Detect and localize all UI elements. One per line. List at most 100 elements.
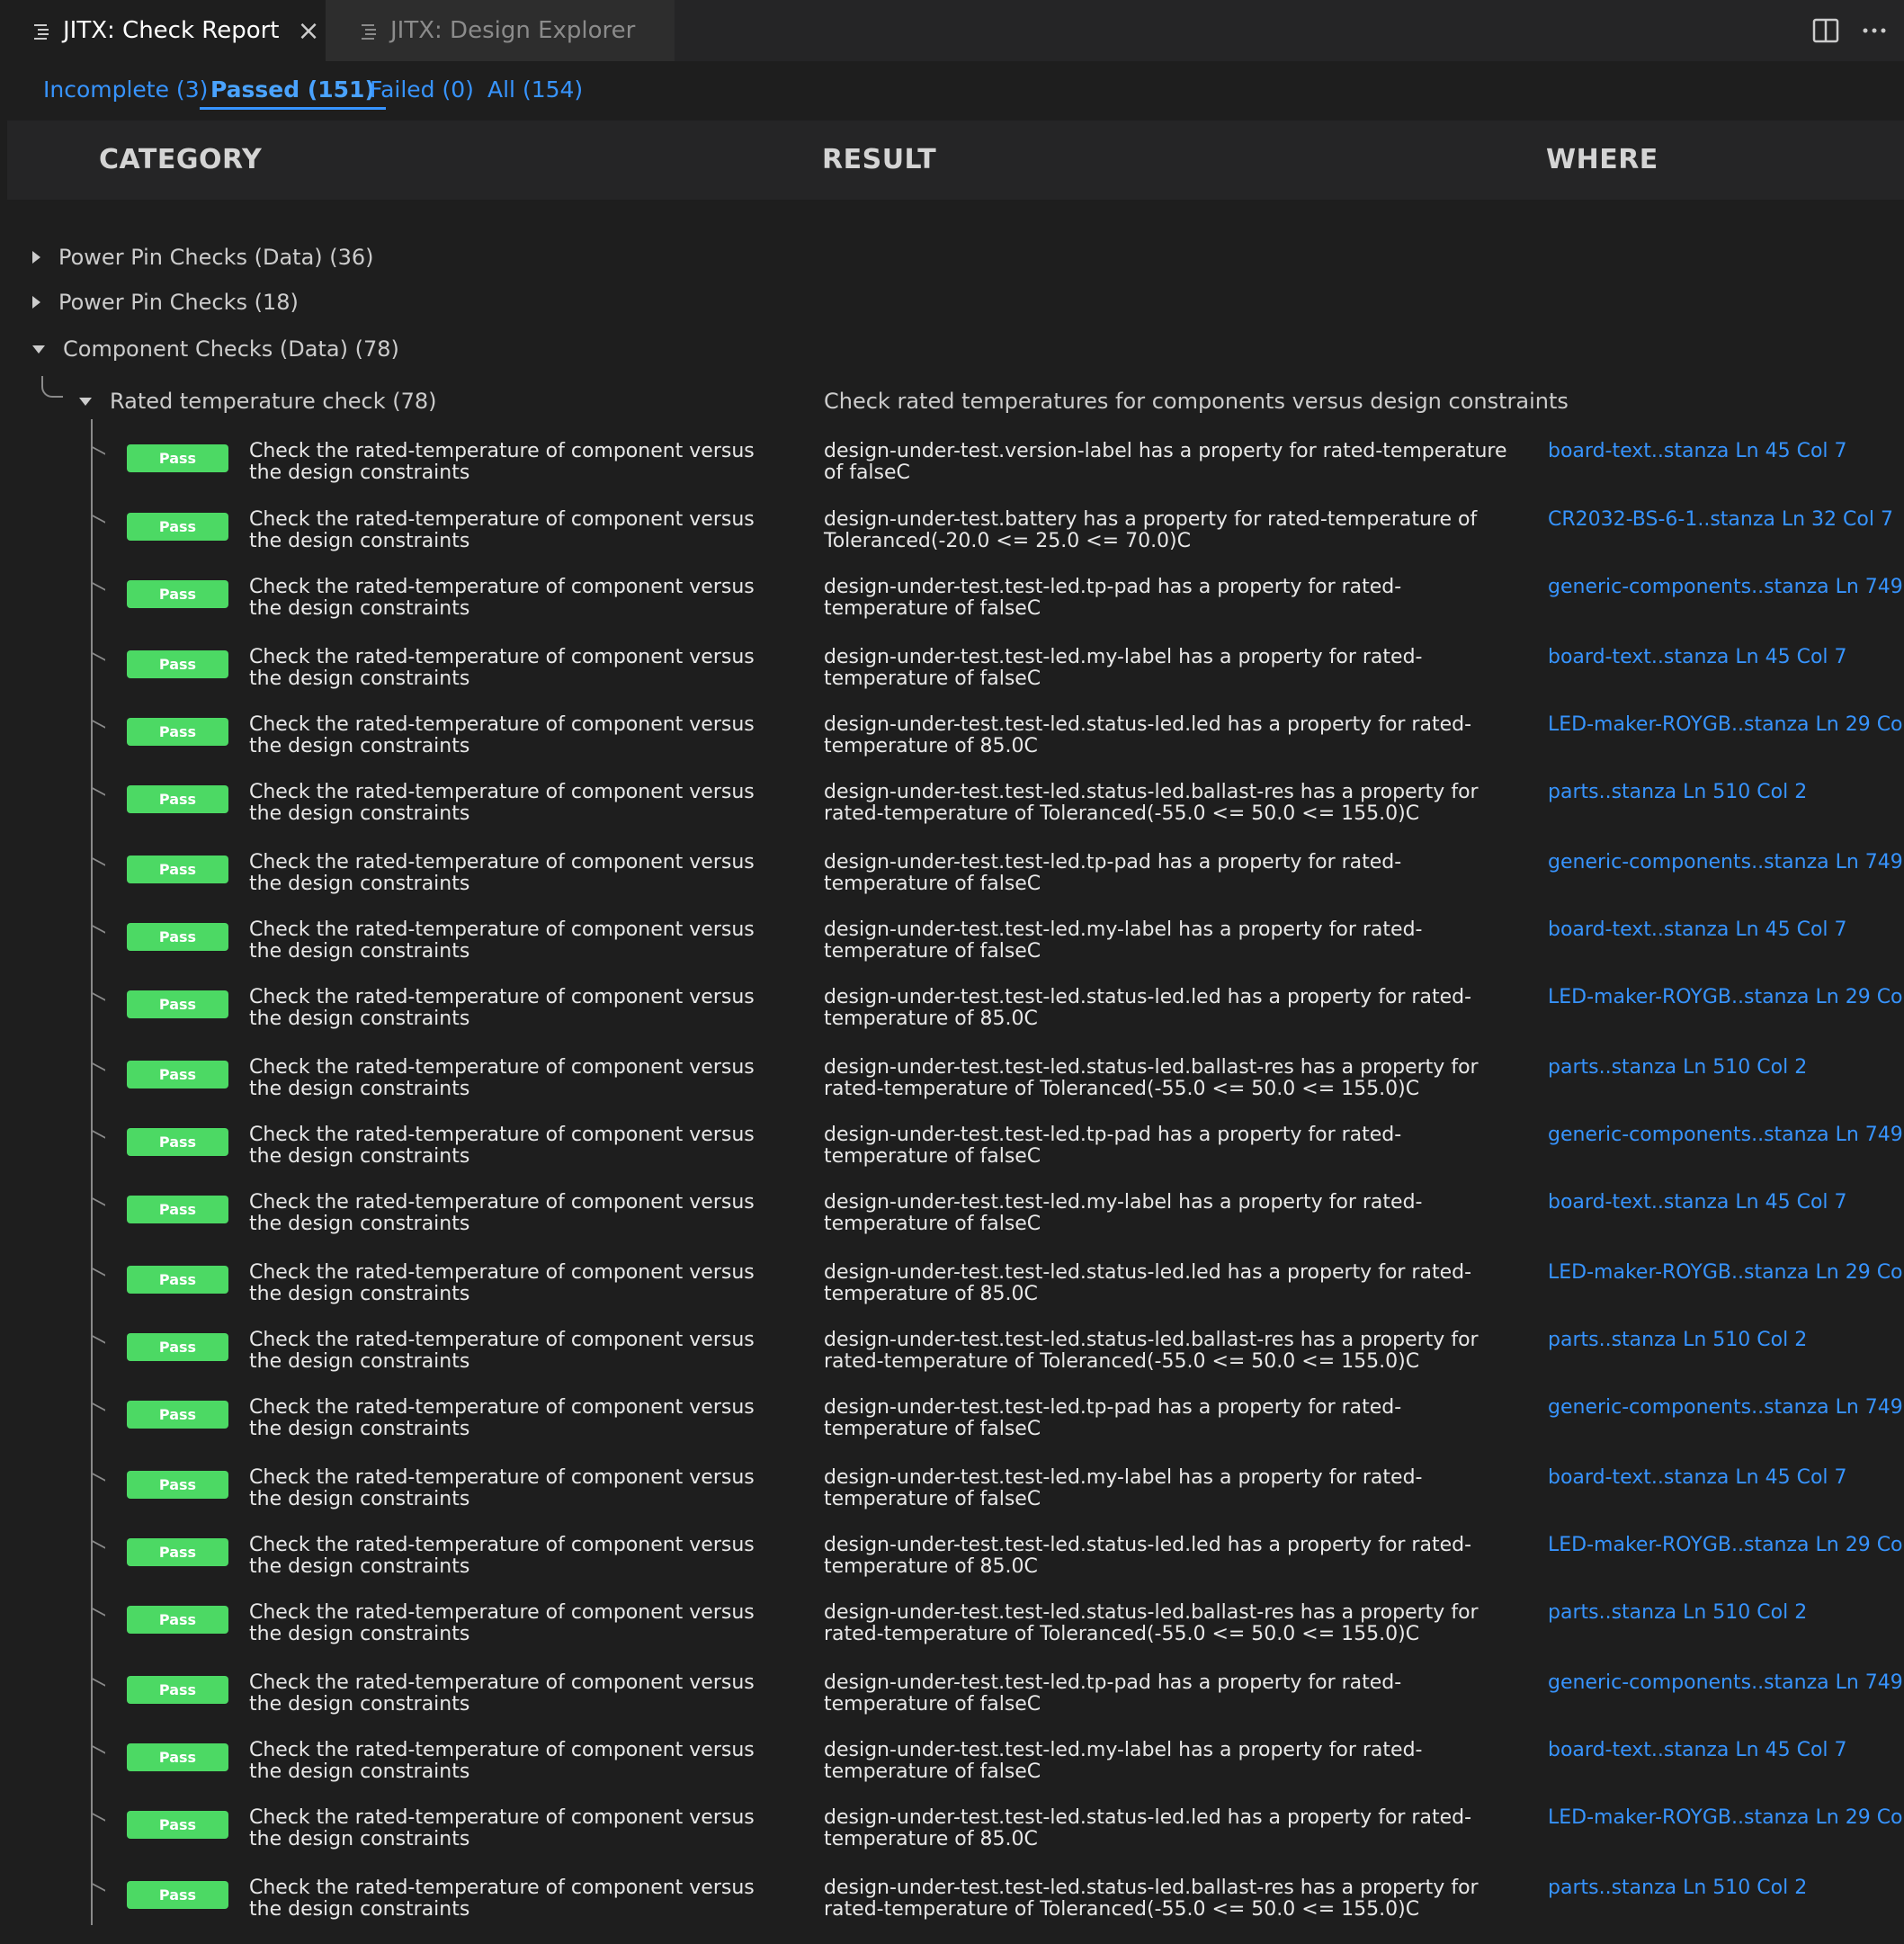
row-where-link[interactable]: generic-components..stanza Ln 749 Col 7 [1548, 852, 1904, 873]
table-row[interactable]: Pass Check the rated-temperature of compo… [0, 577, 1904, 643]
row-category: Check the rated-temperature of component… [249, 1056, 755, 1100]
row-category: Check the rated-temperature of component… [249, 781, 755, 825]
row-result: design-under-test.test-led.my-label has … [824, 1466, 1423, 1510]
column-header-category[interactable]: CATEGORY [99, 121, 262, 200]
row-result: design-under-test.test-led.status-led.ba… [824, 1056, 1479, 1100]
row-result: design-under-test.test-led.status-led.le… [824, 1261, 1472, 1305]
row-where-link[interactable]: generic-components..stanza Ln 749 Col 7 [1548, 1672, 1904, 1694]
table-row[interactable]: Pass Check the rated-temperature of compo… [0, 1535, 1904, 1601]
split-editor-icon[interactable] [1812, 17, 1839, 44]
row-where-link[interactable]: generic-components..stanza Ln 749 Col 7 [1548, 577, 1904, 598]
table-row[interactable]: Pass Check the rated-temperature of compo… [0, 441, 1904, 507]
pass-badge: Pass [127, 1266, 228, 1294]
row-where-link[interactable]: LED-maker-ROYGB..stanza Ln 29 Col 7 [1548, 714, 1904, 736]
table-row[interactable]: Pass Check the rated-temperature of compo… [0, 1124, 1904, 1191]
row-category: Check the rated-temperature of component… [249, 1191, 755, 1235]
preview-icon [34, 24, 49, 40]
row-category: Check the rated-temperature of component… [249, 1877, 755, 1921]
group-component-checks-data[interactable]: Component Checks (Data) (78) [32, 331, 399, 367]
row-where-link[interactable]: LED-maker-ROYGB..stanza Ln 29 Col 7 [1548, 1807, 1904, 1829]
tree-branch [93, 720, 105, 736]
row-where-link[interactable]: parts..stanza Ln 510 Col 2 [1548, 1877, 1899, 1899]
row-where-link[interactable]: parts..stanza Ln 510 Col 2 [1548, 1057, 1899, 1079]
tab-label: JITX: Check Report [63, 17, 280, 44]
pass-badge: Pass [127, 1196, 228, 1223]
pass-badge: Pass [127, 1128, 228, 1156]
pass-badge: Pass [127, 856, 228, 883]
row-result: design-under-test.test-led.status-led.le… [824, 1806, 1472, 1850]
table-row[interactable]: Pass Check the rated-temperature of compo… [0, 509, 1904, 576]
row-category: Check the rated-temperature of component… [249, 1329, 755, 1373]
row-where-link[interactable]: LED-maker-ROYGB..stanza Ln 29 Col 7 [1548, 987, 1904, 1008]
table-row[interactable]: Pass Check the rated-temperature of compo… [0, 647, 1904, 713]
subgroup-label: Rated temperature check (78) [110, 389, 437, 414]
table-row[interactable]: Pass Check the rated-temperature of compo… [0, 1192, 1904, 1259]
pass-badge: Pass [127, 1471, 228, 1499]
pass-badge: Pass [127, 1538, 228, 1566]
table-row[interactable]: Pass Check the rated-temperature of compo… [0, 1602, 1904, 1669]
filter-all[interactable]: All (154) [487, 70, 583, 110]
table-row[interactable]: Pass Check the rated-temperature of compo… [0, 919, 1904, 986]
pass-badge: Pass [127, 1333, 228, 1361]
subgroup-description: Check rated temperatures for components … [824, 389, 1569, 414]
table-row[interactable]: Pass Check the rated-temperature of compo… [0, 1262, 1904, 1329]
tree-branch [93, 1473, 105, 1489]
row-category: Check the rated-temperature of component… [249, 986, 755, 1030]
row-where-link[interactable]: CR2032-BS-6-1..stanza Ln 32 Col 7 [1548, 509, 1899, 531]
tab-design-explorer[interactable]: JITX: Design Explorer [326, 0, 675, 61]
pass-badge: Pass [127, 513, 228, 541]
row-where-link[interactable]: board-text..stanza Ln 45 Col 7 [1548, 1192, 1899, 1214]
tree-branch [93, 1402, 105, 1419]
row-where-link[interactable]: board-text..stanza Ln 45 Col 7 [1548, 441, 1899, 462]
filter-passed[interactable]: Passed (151) [200, 70, 386, 110]
close-icon[interactable]: × [298, 15, 320, 47]
table-row[interactable]: Pass Check the rated-temperature of compo… [0, 852, 1904, 918]
row-where-link[interactable]: board-text..stanza Ln 45 Col 7 [1548, 919, 1899, 941]
table-row[interactable]: Pass Check the rated-temperature of compo… [0, 1807, 1904, 1874]
table-row[interactable]: Pass Check the rated-temperature of compo… [0, 1330, 1904, 1396]
row-result: design-under-test.test-led.my-label has … [824, 918, 1423, 963]
row-where-link[interactable]: board-text..stanza Ln 45 Col 7 [1548, 1467, 1899, 1489]
tree-branch [93, 1540, 105, 1556]
row-where-link[interactable]: LED-maker-ROYGB..stanza Ln 29 Col 7 [1548, 1535, 1904, 1556]
filter-failed[interactable]: Failed (0) [370, 70, 474, 110]
table-row[interactable]: Pass Check the rated-temperature of compo… [0, 1057, 1904, 1124]
row-where-link[interactable]: board-text..stanza Ln 45 Col 7 [1548, 647, 1899, 668]
pass-badge: Pass [127, 1743, 228, 1771]
table-row[interactable]: Pass Check the rated-temperature of compo… [0, 714, 1904, 781]
row-category: Check the rated-temperature of component… [249, 1601, 755, 1645]
group-power-pin-checks[interactable]: Power Pin Checks (18) [32, 284, 299, 320]
table-row[interactable]: Pass Check the rated-temperature of compo… [0, 1397, 1904, 1464]
table-row[interactable]: Pass Check the rated-temperature of compo… [0, 1877, 1904, 1944]
more-actions-icon[interactable] [1861, 17, 1888, 44]
column-header-result[interactable]: RESULT [822, 121, 936, 200]
subgroup-rated-temperature-check[interactable]: Rated temperature check (78) [79, 383, 437, 419]
row-where-link[interactable]: board-text..stanza Ln 45 Col 7 [1548, 1740, 1899, 1761]
group-power-pin-checks-data[interactable]: Power Pin Checks (Data) (36) [32, 239, 374, 275]
column-header-where[interactable]: WHERE [1546, 121, 1658, 200]
row-where-link[interactable]: generic-components..stanza Ln 749 Col 7 [1548, 1397, 1904, 1419]
tree-branch [93, 1813, 105, 1829]
row-where-link[interactable]: parts..stanza Ln 510 Col 2 [1548, 782, 1899, 803]
tree-branch [93, 446, 105, 462]
table-row[interactable]: Pass Check the rated-temperature of compo… [0, 782, 1904, 848]
row-result: design-under-test.test-led.status-led.le… [824, 986, 1472, 1030]
pass-badge: Pass [127, 990, 228, 1018]
filter-incomplete[interactable]: Incomplete (3) [43, 70, 208, 110]
tree-branch [93, 1745, 105, 1761]
row-where-link[interactable]: parts..stanza Ln 510 Col 2 [1548, 1602, 1899, 1624]
row-where-link[interactable]: LED-maker-ROYGB..stanza Ln 29 Col 7 [1548, 1262, 1904, 1284]
table-row[interactable]: Pass Check the rated-temperature of compo… [0, 1672, 1904, 1739]
tab-check-report[interactable]: JITX: Check Report × [0, 0, 326, 61]
row-category: Check the rated-temperature of component… [249, 851, 755, 895]
table-row[interactable]: Pass Check the rated-temperature of compo… [0, 987, 1904, 1053]
row-where-link[interactable]: generic-components..stanza Ln 749 Col 7 [1548, 1124, 1904, 1146]
row-where-link[interactable]: parts..stanza Ln 510 Col 2 [1548, 1330, 1899, 1351]
row-result: design-under-test.battery has a property… [824, 508, 1478, 552]
pass-badge: Pass [127, 923, 228, 951]
table-row[interactable]: Pass Check the rated-temperature of compo… [0, 1467, 1904, 1534]
group-label: Power Pin Checks (18) [58, 290, 299, 315]
tree-branch [93, 1197, 105, 1214]
chevron-right-icon [32, 296, 40, 309]
table-row[interactable]: Pass Check the rated-temperature of compo… [0, 1740, 1904, 1806]
